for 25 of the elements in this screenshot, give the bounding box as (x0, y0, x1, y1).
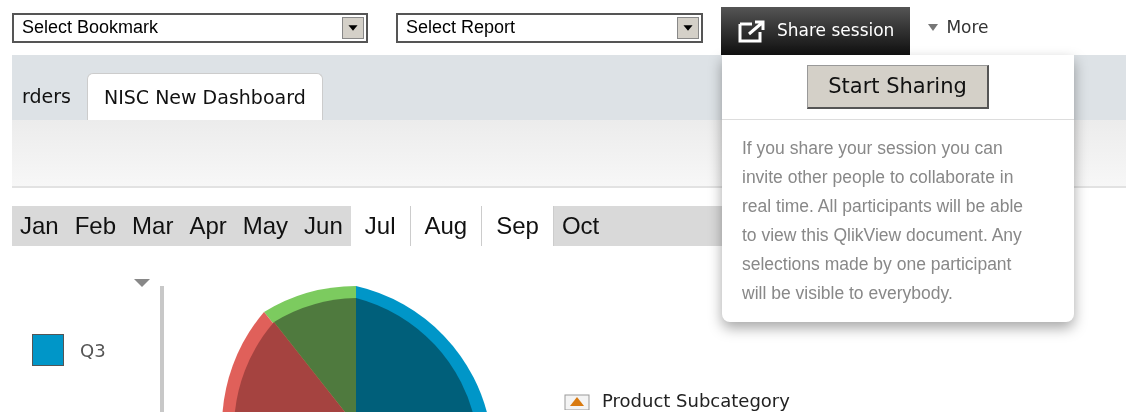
month-item[interactable]: Oct (553, 206, 608, 246)
caret-icon (342, 16, 364, 39)
dropdown-field[interactable]: Select Bookmark (12, 12, 368, 43)
month-item[interactable]: Feb (66, 206, 125, 246)
month-item[interactable]: Jan (12, 206, 67, 246)
month-item[interactable]: Sep (482, 206, 554, 246)
month-item[interactable]: Aug (410, 206, 483, 246)
share-session-button[interactable]: Share session (721, 7, 911, 55)
month-item[interactable]: Apr (181, 206, 235, 246)
caret-icon (677, 16, 699, 39)
sheet-tab[interactable]: rders (6, 73, 87, 120)
more-menu[interactable]: More (928, 14, 989, 41)
sort-icon (564, 394, 590, 410)
month-item[interactable]: Mar (124, 206, 182, 246)
caret-icon (134, 279, 150, 288)
share-info-text: If you share your session you can invite other people to collaborate in real time. All participants will be able to view this QlikView document. Any selections made by one participant will be visible to everybody. (741, 137, 1025, 305)
legend-label: Q3 (80, 338, 106, 363)
month-item[interactable]: May (234, 206, 297, 246)
start-sharing-button[interactable]: Start Sharing (807, 65, 989, 109)
caret-icon (928, 23, 939, 32)
sheet-tab[interactable]: NISC New Dashboard (86, 73, 323, 120)
month-item[interactable]: Jun (296, 206, 351, 246)
dimension-label: Product Subcategory (602, 392, 790, 410)
month-item[interactable]: Jul (350, 206, 411, 246)
dropdown-field[interactable]: Select Report (396, 12, 703, 43)
